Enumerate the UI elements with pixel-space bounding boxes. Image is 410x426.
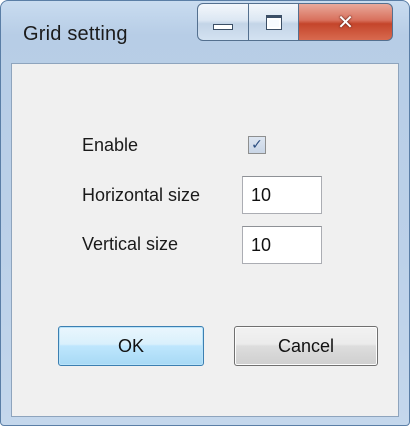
enable-label: Enable xyxy=(82,135,139,155)
caption-buttons: ✕ xyxy=(197,3,395,43)
window-title: Grid setting xyxy=(23,23,128,45)
horizontal-size-input[interactable] xyxy=(242,176,322,214)
checkmark-icon: ✓ xyxy=(251,137,263,153)
title-bar[interactable]: Grid setting ✕ xyxy=(1,1,409,63)
close-button[interactable]: ✕ xyxy=(299,3,393,41)
maximize-icon xyxy=(265,14,282,30)
ok-button[interactable]: OK xyxy=(58,326,204,366)
grid-setting-dialog: Grid setting ✕ Enable ✓ Horizontal size … xyxy=(0,0,410,426)
cancel-button[interactable]: Cancel xyxy=(234,326,378,366)
dialog-content: Enable ✓ Horizontal size Vertical size O… xyxy=(11,63,399,417)
close-icon: ✕ xyxy=(337,10,354,34)
maximize-button[interactable] xyxy=(249,3,299,41)
enable-checkbox[interactable]: ✓ xyxy=(248,136,266,154)
minimize-button[interactable] xyxy=(197,3,249,41)
minimize-icon xyxy=(213,24,233,30)
vertical-size-input[interactable] xyxy=(242,226,322,264)
horizontal-size-label: Horizontal size xyxy=(82,185,201,205)
vertical-size-label: Vertical size xyxy=(82,234,179,254)
